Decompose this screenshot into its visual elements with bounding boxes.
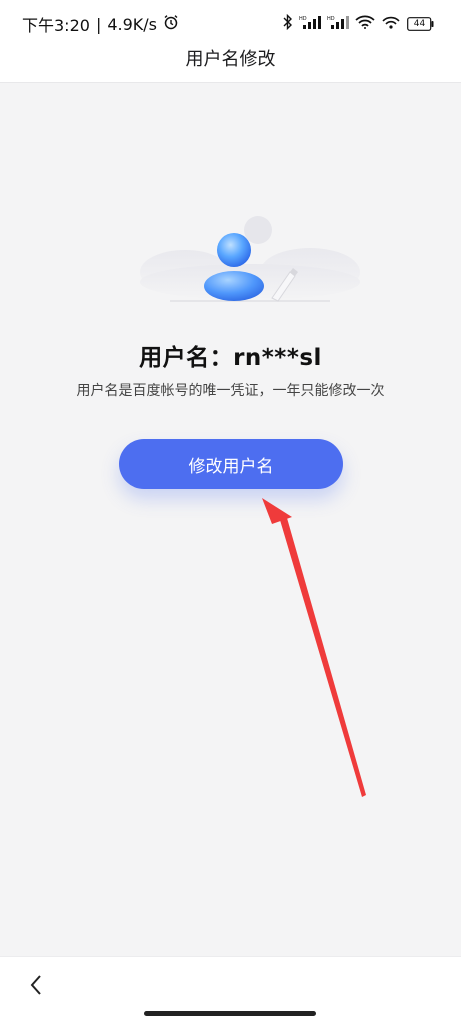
status-bar: 下午3:20 | 4.9K/s HD HD 44 xyxy=(0,0,461,44)
battery-level: 44 xyxy=(413,19,426,29)
signal-hd-icon: HD xyxy=(327,15,349,33)
annotation-arrow xyxy=(262,498,366,797)
title-bar: 用户名修改 xyxy=(0,44,461,83)
avatar-head xyxy=(217,233,251,267)
avatar-body xyxy=(204,271,264,301)
status-time: 下午3:20 xyxy=(22,16,90,35)
modify-username-button[interactable]: 修改用户名 xyxy=(119,439,343,489)
alarm-icon xyxy=(163,14,179,34)
hotspot-icon xyxy=(381,15,401,33)
battery-icon: 44 xyxy=(407,17,435,31)
cloud-shape xyxy=(244,216,272,244)
avatar-illustration xyxy=(130,200,370,320)
svg-text:HD: HD xyxy=(299,16,307,22)
username-label: 用户名：rn***sl xyxy=(139,345,322,371)
wifi-icon xyxy=(355,15,375,33)
chevron-left-icon[interactable] xyxy=(18,967,54,1003)
status-right: HD HD 44 xyxy=(283,13,435,34)
bluetooth-icon xyxy=(283,13,293,34)
status-left: 下午3:20 | 4.9K/s xyxy=(22,12,179,36)
home-indicator[interactable] xyxy=(144,1011,316,1016)
signal-hd-icon: HD xyxy=(299,15,321,33)
page-title: 用户名修改 xyxy=(185,49,276,70)
status-separator: | xyxy=(95,14,102,34)
username-hint: 用户名是百度帐号的唯一凭证，一年只能修改一次 xyxy=(76,383,385,399)
svg-text:HD: HD xyxy=(327,16,335,22)
status-speed: 4.9K/s xyxy=(107,14,157,34)
